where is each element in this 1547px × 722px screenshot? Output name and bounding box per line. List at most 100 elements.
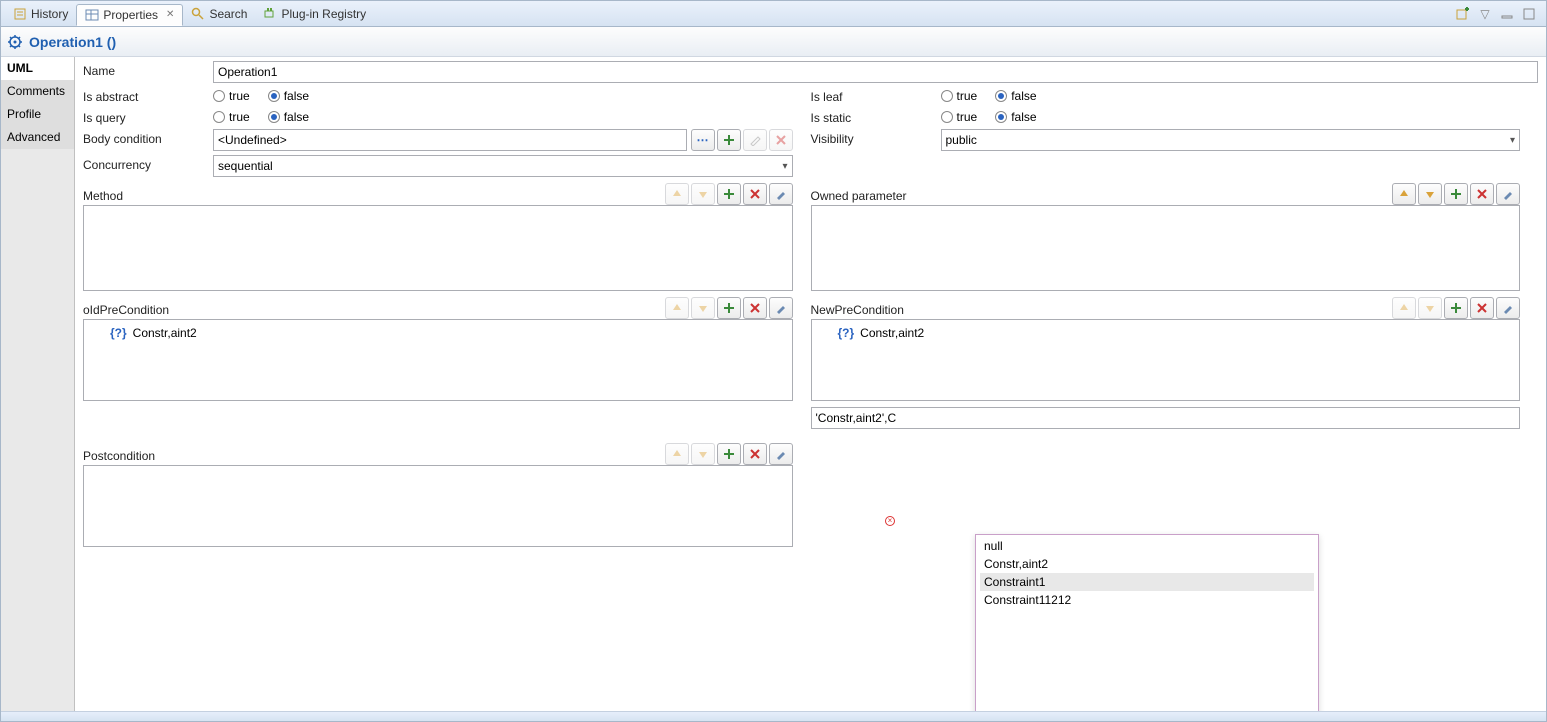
add-button[interactable] bbox=[1444, 297, 1468, 319]
constraint-icon: {?} bbox=[110, 326, 127, 340]
edit-button[interactable] bbox=[769, 183, 793, 205]
label-is-abstract: Is abstract bbox=[83, 87, 213, 104]
sidebar-item-advanced[interactable]: Advanced bbox=[1, 126, 74, 149]
autocomplete-item[interactable]: Constraint11212 bbox=[980, 591, 1314, 609]
is-abstract-radio: true false bbox=[213, 87, 793, 104]
is-abstract-false[interactable]: false bbox=[268, 89, 309, 103]
properties-icon bbox=[85, 8, 99, 22]
move-up-button bbox=[665, 183, 689, 205]
concurrency-select[interactable]: sequential ▾ bbox=[213, 155, 793, 177]
label-is-query: Is query bbox=[83, 108, 213, 125]
properties-header: Operation1 () bbox=[1, 27, 1546, 57]
old-precondition-list[interactable]: {?} Constr,aint2 bbox=[83, 319, 793, 401]
delete-button[interactable] bbox=[743, 443, 767, 465]
label-old-precondition: oIdPreCondition bbox=[83, 300, 665, 317]
delete-button[interactable] bbox=[743, 183, 767, 205]
is-query-radio: true false bbox=[213, 108, 793, 125]
new-precondition-input[interactable] bbox=[811, 407, 1521, 429]
list-item[interactable]: {?} Constr,aint2 bbox=[838, 326, 1494, 340]
add-button[interactable] bbox=[717, 129, 741, 151]
close-icon[interactable]: ✕ bbox=[166, 9, 174, 20]
delete-button[interactable] bbox=[743, 297, 767, 319]
sidebar-item-uml[interactable]: UML bbox=[1, 57, 74, 80]
move-down-button[interactable] bbox=[1418, 183, 1442, 205]
autocomplete-popup: null Constr,aint2 Constraint1 Constraint… bbox=[975, 534, 1319, 711]
delete-button[interactable] bbox=[1470, 297, 1494, 319]
label-name: Name bbox=[83, 61, 213, 78]
is-static-false[interactable]: false bbox=[995, 110, 1036, 124]
label-concurrency: Concurrency bbox=[83, 155, 213, 177]
method-list[interactable] bbox=[83, 205, 793, 291]
add-button[interactable] bbox=[717, 183, 741, 205]
move-down-button bbox=[691, 183, 715, 205]
browse-button[interactable]: ⋯ bbox=[691, 129, 715, 151]
view-actions: ▽ bbox=[1456, 7, 1542, 21]
move-up-button bbox=[665, 297, 689, 319]
chevron-down-icon: ▾ bbox=[782, 161, 787, 172]
tab-properties-label: Properties bbox=[103, 8, 158, 22]
name-input[interactable] bbox=[213, 61, 1538, 83]
edit-button[interactable] bbox=[769, 443, 793, 465]
minimize-icon[interactable] bbox=[1500, 7, 1514, 21]
list-item-label: Constr,aint2 bbox=[133, 326, 197, 340]
plugin-icon bbox=[263, 7, 277, 21]
autocomplete-item[interactable]: Constr,aint2 bbox=[980, 555, 1314, 573]
sidebar-item-profile[interactable]: Profile bbox=[1, 103, 74, 126]
body-condition-input[interactable] bbox=[213, 129, 687, 151]
tab-search-label: Search bbox=[209, 7, 247, 21]
is-leaf-radio: true false bbox=[941, 87, 1521, 104]
autocomplete-item[interactable]: Constraint1 bbox=[980, 573, 1314, 591]
sidebar-item-comments[interactable]: Comments bbox=[1, 80, 74, 103]
owned-parameter-list[interactable] bbox=[811, 205, 1521, 291]
label-method: Method bbox=[83, 186, 665, 203]
move-down-button bbox=[691, 443, 715, 465]
is-static-radio: true false bbox=[941, 108, 1521, 125]
is-query-true[interactable]: true bbox=[213, 110, 250, 124]
visibility-select[interactable]: public ▾ bbox=[941, 129, 1521, 151]
header-title: Operation1 () bbox=[29, 34, 116, 50]
tab-search[interactable]: Search bbox=[183, 4, 255, 24]
is-leaf-false[interactable]: false bbox=[995, 89, 1036, 103]
tab-plugin-registry[interactable]: Plug-in Registry bbox=[255, 4, 374, 24]
delete-button[interactable] bbox=[1470, 183, 1494, 205]
properties-sidebar: UML Comments Profile Advanced bbox=[1, 57, 75, 711]
constraint-icon: {?} bbox=[838, 326, 855, 340]
add-button[interactable] bbox=[717, 297, 741, 319]
move-up-button[interactable] bbox=[1392, 183, 1416, 205]
edit-button[interactable] bbox=[1496, 297, 1520, 319]
operation-gear-icon bbox=[7, 34, 23, 50]
history-icon bbox=[13, 7, 27, 21]
edit-button[interactable] bbox=[769, 297, 793, 319]
is-static-true[interactable]: true bbox=[941, 110, 978, 124]
label-visibility: Visibility bbox=[811, 129, 941, 151]
autocomplete-item[interactable]: null bbox=[980, 537, 1314, 555]
chevron-down-icon: ▾ bbox=[1510, 135, 1515, 146]
move-up-button bbox=[1392, 297, 1416, 319]
add-button[interactable] bbox=[1444, 183, 1468, 205]
tab-history-label: History bbox=[31, 7, 68, 21]
label-owned-parameter: Owned parameter bbox=[811, 186, 1393, 203]
label-is-leaf: Is leaf bbox=[811, 87, 941, 104]
error-icon: × bbox=[885, 516, 895, 526]
label-new-precondition: NewPreCondition bbox=[811, 300, 1393, 317]
is-abstract-true[interactable]: true bbox=[213, 89, 250, 103]
postcondition-list[interactable] bbox=[83, 465, 793, 547]
status-band bbox=[1, 711, 1546, 721]
new-precondition-list[interactable]: {?} Constr,aint2 bbox=[811, 319, 1521, 401]
is-query-false[interactable]: false bbox=[268, 110, 309, 124]
new-view-icon[interactable] bbox=[1456, 7, 1470, 21]
is-leaf-true[interactable]: true bbox=[941, 89, 978, 103]
tab-properties[interactable]: Properties ✕ bbox=[76, 4, 183, 26]
list-item-label: Constr,aint2 bbox=[860, 326, 924, 340]
move-down-button bbox=[1418, 297, 1442, 319]
view-tabstrip: History Properties ✕ Search Plug-in Regi… bbox=[1, 1, 1546, 27]
move-down-button bbox=[691, 297, 715, 319]
label-body-condition: Body condition bbox=[83, 129, 213, 151]
tab-history[interactable]: History bbox=[5, 4, 76, 24]
maximize-icon[interactable] bbox=[1522, 7, 1536, 21]
list-item[interactable]: {?} Constr,aint2 bbox=[110, 326, 766, 340]
view-menu-icon[interactable]: ▽ bbox=[1478, 7, 1492, 21]
edit-button[interactable] bbox=[1496, 183, 1520, 205]
add-button[interactable] bbox=[717, 443, 741, 465]
tab-plugin-label: Plug-in Registry bbox=[281, 7, 366, 21]
